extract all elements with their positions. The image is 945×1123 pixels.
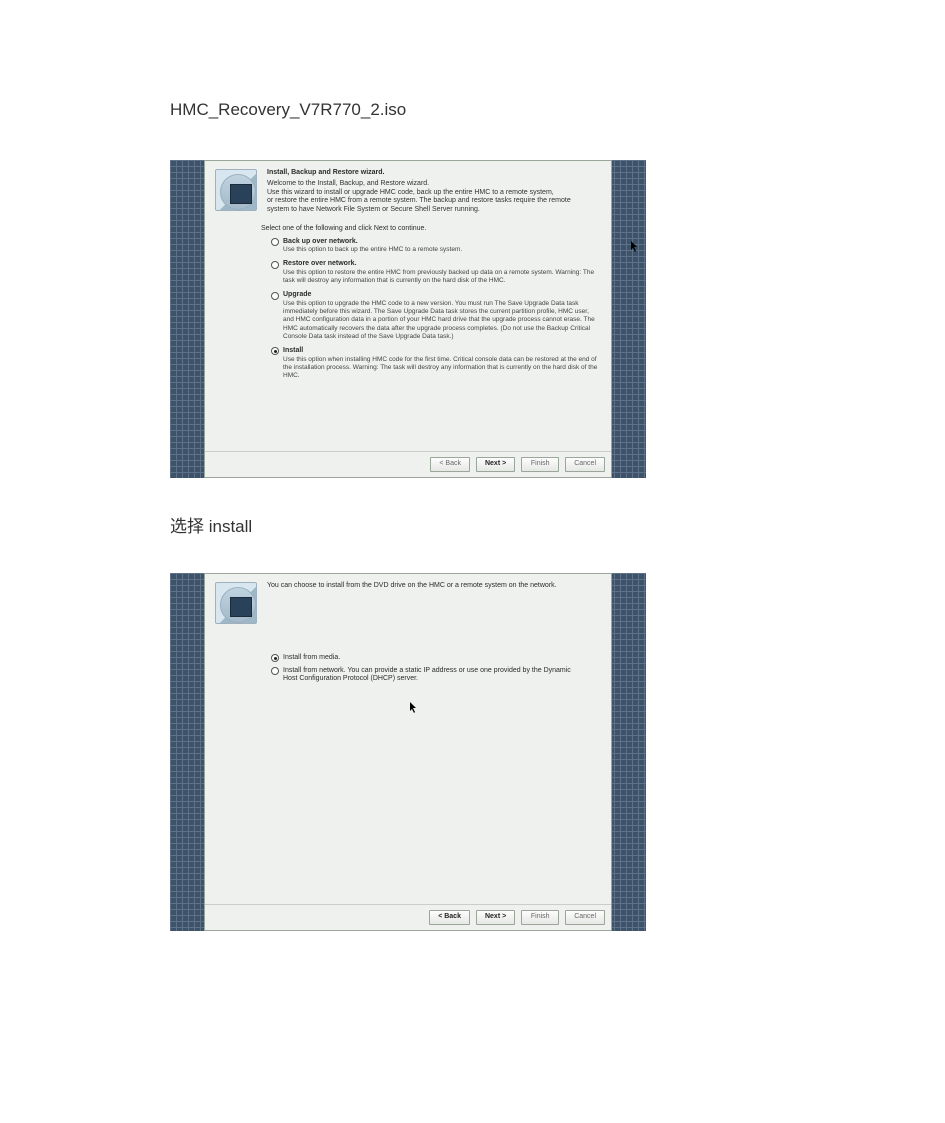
option-restore[interactable]: Restore over network. Use this option to… (271, 260, 601, 285)
wizard-icon (215, 582, 257, 624)
wizard-intro-line: Welcome to the Install, Backup, and Rest… (267, 180, 571, 189)
wizard-intro-line: You can choose to install from the DVD d… (267, 582, 557, 591)
wizard-dialog-2: You can choose to install from the DVD d… (204, 573, 612, 931)
wizard-button-bar: < Back Next > Finish Cancel (205, 904, 611, 930)
wizard-intro-line: Use this wizard to install or upgrade HM… (267, 189, 571, 198)
option-desc: Use this option to upgrade the HMC code … (283, 300, 601, 341)
option-label: Back up over network. (283, 238, 358, 247)
wizard-icon (215, 169, 257, 211)
option-label: Upgrade (283, 291, 311, 300)
cancel-button[interactable]: Cancel (565, 910, 605, 925)
option-install-network[interactable]: Install from network. You can provide a … (271, 667, 601, 685)
radio-icon[interactable] (271, 347, 279, 355)
wizard-intro-title: Install, Backup and Restore wizard. (267, 169, 571, 178)
back-button[interactable]: < Back (430, 457, 470, 472)
option-label: Install (283, 347, 303, 356)
radio-icon[interactable] (271, 238, 279, 246)
option-install-media[interactable]: Install from media. (271, 654, 601, 663)
wizard-intro: You can choose to install from the DVD d… (267, 582, 557, 591)
cursor-icon (410, 702, 418, 712)
cancel-button[interactable]: Cancel (565, 457, 605, 472)
option-label: Install from media. (283, 654, 340, 663)
option-desc: Use this option to restore the entire HM… (283, 269, 601, 285)
option-desc: Use this option when installing HMC code… (283, 356, 601, 380)
doc-heading: HMC_Recovery_V7R770_2.iso (170, 100, 775, 120)
finish-button[interactable]: Finish (521, 910, 559, 925)
wizard-options: Back up over network. Use this option to… (271, 238, 601, 386)
radio-icon[interactable] (271, 292, 279, 300)
screenshot-2: You can choose to install from the DVD d… (170, 573, 646, 931)
select-instruction: Select one of the following and click Ne… (261, 225, 601, 234)
wizard-intro-line: system to have Network File System or Se… (267, 206, 571, 215)
next-button[interactable]: Next > (476, 910, 515, 925)
wizard-intro: Install, Backup and Restore wizard. Welc… (267, 169, 571, 215)
option-upgrade[interactable]: Upgrade Use this option to upgrade the H… (271, 291, 601, 340)
wizard-button-bar: < Back Next > Finish Cancel (205, 451, 611, 477)
radio-icon[interactable] (271, 261, 279, 269)
radio-icon[interactable] (271, 654, 279, 662)
finish-button[interactable]: Finish (521, 457, 559, 472)
option-backup[interactable]: Back up over network. Use this option to… (271, 238, 601, 255)
next-button[interactable]: Next > (476, 457, 515, 472)
option-install[interactable]: Install Use this option when installing … (271, 347, 601, 380)
option-desc: Use this option to back up the entire HM… (283, 246, 601, 254)
back-button[interactable]: < Back (429, 910, 470, 925)
cursor-icon (631, 241, 639, 251)
doc-caption: 选择 install (170, 512, 775, 537)
option-label: Install from network. You can provide a … (283, 667, 583, 685)
wizard-dialog-1: Install, Backup and Restore wizard. Welc… (204, 160, 612, 478)
wizard-options: Install from media. Install from network… (271, 654, 601, 688)
radio-icon[interactable] (271, 667, 279, 675)
wizard-intro-line: or restore the entire HMC from a remote … (267, 197, 571, 206)
screenshot-1: Install, Backup and Restore wizard. Welc… (170, 160, 646, 478)
option-label: Restore over network. (283, 260, 357, 269)
